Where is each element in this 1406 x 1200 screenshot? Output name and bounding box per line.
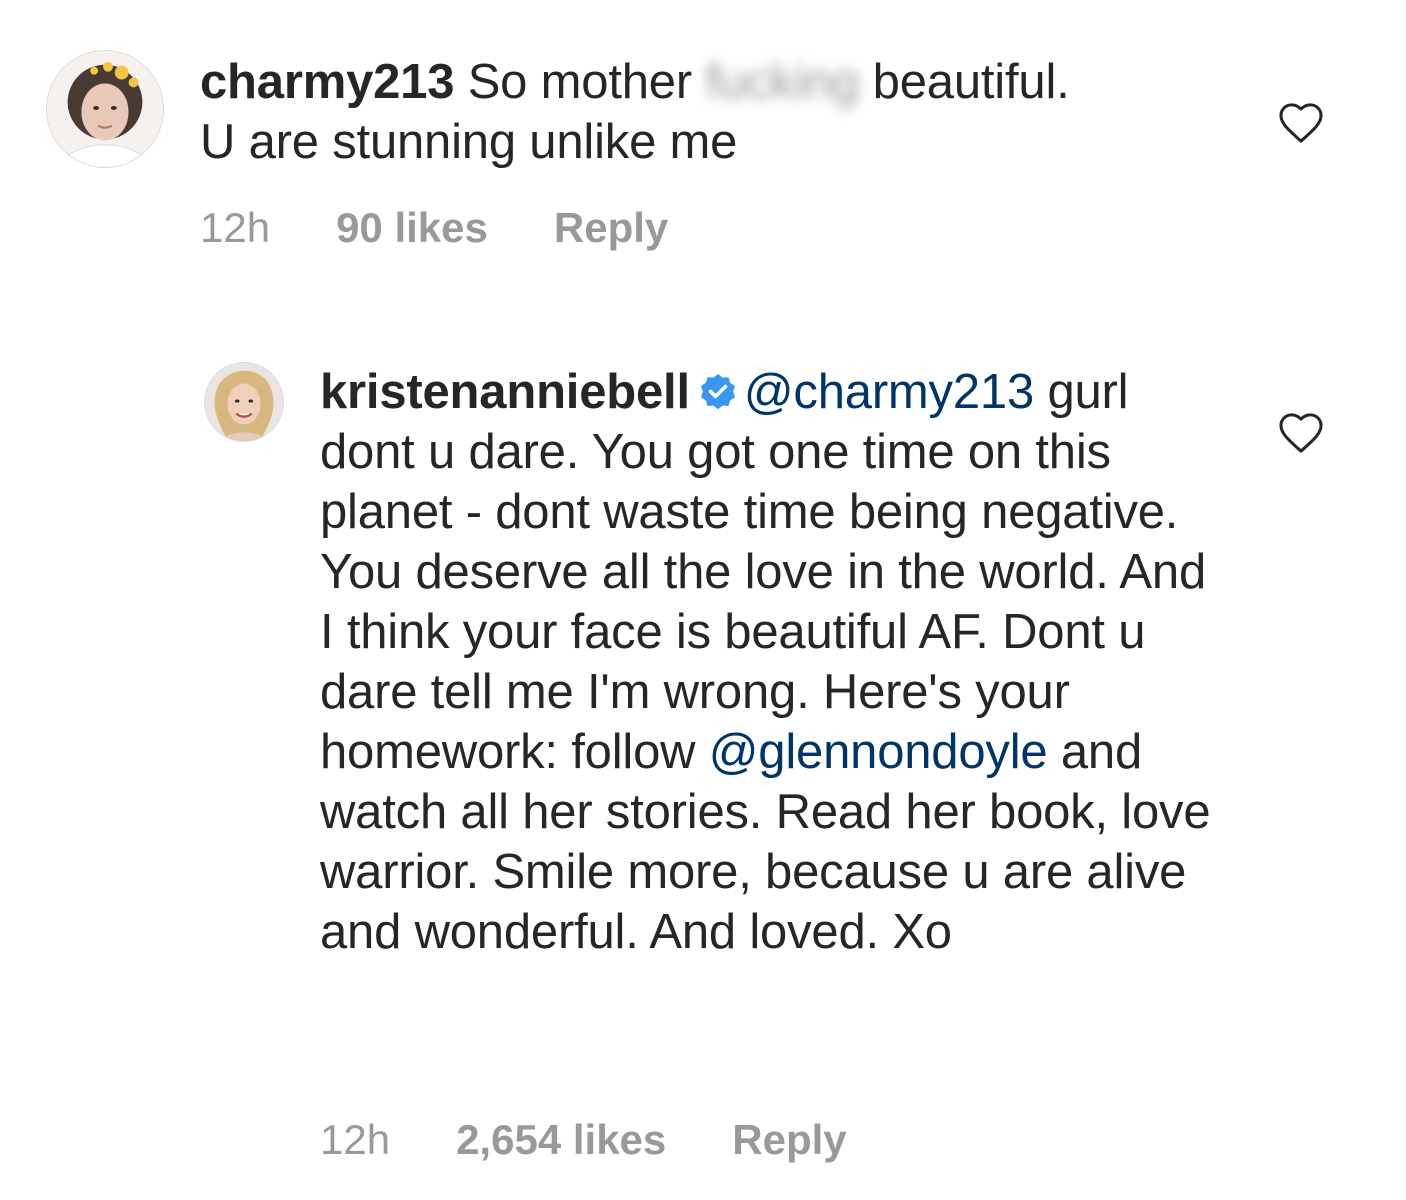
comment-body: kristenanniebell @charmy213 gurl dont u … — [320, 362, 1220, 962]
verified-badge-icon — [698, 372, 738, 412]
comment-timestamp[interactable]: 12h — [200, 204, 270, 252]
username-link[interactable]: charmy213 — [200, 55, 454, 109]
heart-outline-icon[interactable] — [1278, 412, 1324, 454]
likes-count[interactable]: 90 likes — [336, 204, 488, 252]
likes-count[interactable]: 2,654 likes — [456, 1116, 666, 1164]
avatar-kristenanniebell[interactable] — [204, 362, 284, 442]
censored-word: fucking — [705, 55, 860, 109]
comment-text: gurl dont u dare. You got one time on th… — [320, 365, 1206, 779]
comment-body: charmy213 So mother fucking beautiful. U… — [200, 52, 1200, 172]
reply-button[interactable]: Reply — [732, 1116, 846, 1164]
mention-link[interactable]: @charmy213 — [744, 365, 1034, 419]
comment-meta: 12h 2,654 likes Reply — [320, 1116, 847, 1164]
comment-text: beautiful. — [872, 55, 1070, 109]
comment-text: U are stunning unlike me — [200, 115, 738, 169]
comment-text: So mother — [467, 55, 692, 109]
avatar-charmy213[interactable] — [46, 50, 164, 168]
heart-outline-icon[interactable] — [1278, 102, 1324, 144]
comment-meta: 12h 90 likes Reply — [200, 204, 668, 252]
username-link[interactable]: kristenanniebell — [320, 365, 690, 419]
mention-link[interactable]: @glennondoyle — [709, 725, 1048, 779]
comment-timestamp[interactable]: 12h — [320, 1116, 390, 1164]
reply-button[interactable]: Reply — [554, 204, 668, 252]
